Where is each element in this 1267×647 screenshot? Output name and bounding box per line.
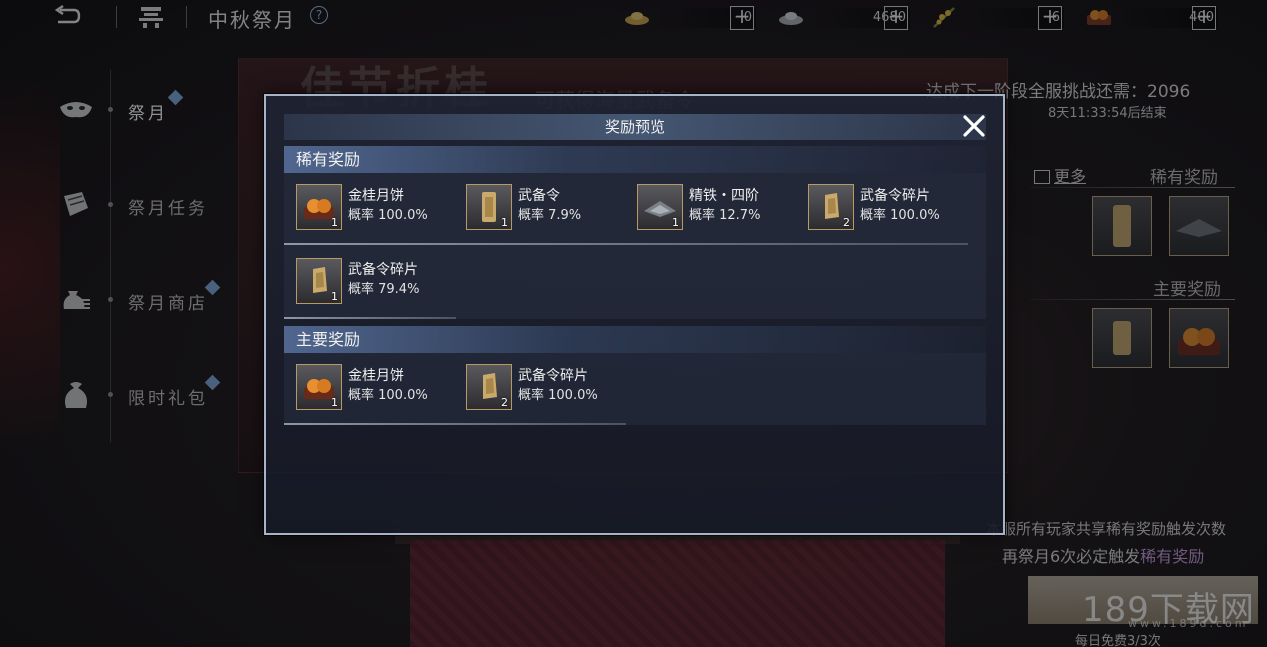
reward-item[interactable]: 1 金桂月饼 概率 100.0% — [284, 178, 454, 230]
reward-preview-dialog: 奖励预览 稀有奖励 1 金桂月饼 概率 100.0% 1 武备令 概率 7.9% — [264, 94, 1005, 535]
row-divider — [284, 243, 968, 245]
item-name: 武备令 — [518, 188, 560, 204]
main-section-header: 主要奖励 — [284, 326, 986, 353]
item-probability: 概率 79.4% — [348, 282, 420, 297]
reward-item[interactable]: 1 精铁・四阶 概率 12.7% — [625, 178, 795, 230]
dialog-header: 奖励预览 — [284, 114, 986, 140]
item-slot: 1 — [296, 364, 342, 410]
item-probability: 概率 100.0% — [348, 388, 428, 403]
item-probability: 概率 100.0% — [518, 388, 598, 403]
item-slot: 1 — [637, 184, 683, 230]
reward-item[interactable]: 1 武备令 概率 7.9% — [454, 178, 624, 230]
item-probability: 概率 7.9% — [518, 208, 582, 223]
item-name: 武备令碎片 — [518, 368, 588, 384]
item-quantity: 1 — [331, 396, 338, 409]
item-slot: 1 — [466, 184, 512, 230]
main-section-body: 1 金桂月饼 概率 100.0% 2 武备令碎片 概率 100.0% — [284, 353, 986, 425]
item-name: 武备令碎片 — [348, 262, 418, 278]
item-quantity: 2 — [501, 396, 508, 409]
row-divider — [284, 423, 626, 425]
item-name: 金桂月饼 — [348, 188, 404, 204]
item-slot: 1 — [296, 184, 342, 230]
section-title: 主要奖励 — [296, 330, 361, 349]
row-divider — [284, 317, 456, 319]
item-quantity: 1 — [331, 290, 338, 303]
rare-section-header: 稀有奖励 — [284, 146, 986, 173]
reward-item[interactable]: 1 金桂月饼 概率 100.0% — [284, 358, 454, 410]
item-name: 武备令碎片 — [860, 188, 930, 204]
item-quantity: 1 — [331, 216, 338, 229]
item-slot: 2 — [466, 364, 512, 410]
item-name: 精铁・四阶 — [689, 188, 759, 204]
item-slot: 1 — [296, 258, 342, 304]
item-probability: 概率 100.0% — [860, 208, 940, 223]
section-title: 稀有奖励 — [296, 150, 361, 169]
reward-item[interactable]: 1 武备令碎片 概率 79.4% — [284, 252, 454, 304]
reward-item[interactable]: 2 武备令碎片 概率 100.0% — [796, 178, 966, 230]
item-probability: 概率 12.7% — [689, 208, 761, 223]
item-quantity: 2 — [843, 216, 850, 229]
item-quantity: 1 — [672, 216, 679, 229]
item-name: 金桂月饼 — [348, 368, 404, 384]
close-icon — [963, 115, 985, 137]
dialog-title: 奖励预览 — [604, 118, 665, 136]
close-button[interactable] — [960, 112, 988, 140]
item-slot: 2 — [808, 184, 854, 230]
item-quantity: 1 — [501, 216, 508, 229]
item-probability: 概率 100.0% — [348, 208, 428, 223]
rare-section-body: 1 金桂月饼 概率 100.0% 1 武备令 概率 7.9% 1 精铁・四阶 概… — [284, 173, 986, 319]
reward-item[interactable]: 2 武备令碎片 概率 100.0% — [454, 358, 624, 410]
